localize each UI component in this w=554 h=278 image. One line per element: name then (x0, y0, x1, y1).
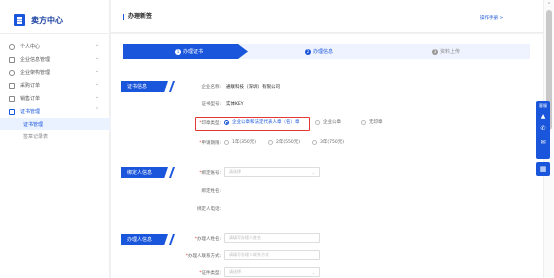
certificate-icon (9, 108, 15, 115)
step-label: 办理信息 (313, 49, 334, 55)
sidebar-item-label: 销售订单 (20, 96, 41, 102)
company-value: 通联科技（深圳）有限公司 (226, 85, 280, 90)
step-label: 资料上传 (440, 49, 461, 55)
binder-account-label: *绑定账号: (199, 171, 221, 176)
user-icon (9, 43, 15, 50)
divider (0, 33, 110, 34)
seal-option-none[interactable]: 无印章 (361, 119, 383, 125)
sidebar-item-company-info[interactable]: 企业信息管理 ⌄ (0, 53, 110, 66)
chevron-down-icon: ⌄ (311, 270, 315, 275)
step-number: 1 (175, 48, 181, 55)
scroll-up-icon[interactable]: ⌃ (547, 2, 551, 8)
step-2: 2 办理信息 (305, 48, 333, 55)
highlight-box (195, 117, 310, 131)
page-title: 办理新签 (123, 14, 152, 20)
radio-icon (312, 139, 317, 145)
brand-logo-icon (14, 14, 25, 26)
sidebar-item-label: 证书管理 (20, 109, 41, 115)
handler-name-label: *办理人姓名: (194, 237, 221, 242)
org-icon (9, 69, 15, 76)
step-label: 办理证书 (183, 49, 204, 55)
chevron-down-icon: ⌄ (95, 94, 100, 100)
chevron-down-icon: ⌄ (95, 55, 100, 61)
sidebar-item-purchase-orders[interactable]: 采购订单 ⌄ (0, 79, 110, 92)
chevron-up-icon: ⌃ (95, 107, 100, 113)
service-label: 客服 (539, 103, 547, 108)
binder-phone-label: 绑定人电话: (196, 207, 221, 212)
sales-order-icon (9, 95, 15, 102)
sidebar-item-certificates[interactable]: 证书管理 ⌃ (0, 105, 110, 118)
step-3: 3 资料上传 (432, 48, 460, 55)
cert-type-value: 实体KEY (226, 102, 244, 107)
chevron-down-icon: ⌄ (311, 170, 315, 175)
id-type-select[interactable]: 请选择 ⌄ (224, 267, 320, 277)
purchase-order-icon (9, 82, 15, 89)
brand-title: 卖方中心 (31, 15, 63, 25)
sidebar-item-label: 采购订单 (20, 83, 41, 89)
page-header: 办理新签 操作手册 > (111, 0, 543, 33)
main-content: 1 办理证书 2 办理信息 3 资料上传 证书信息 企业名称: 通联科技（深圳）… (111, 34, 543, 278)
cert-type-label: 证书型号: (201, 102, 221, 107)
sidebar-item-label: 企业信息管理 (20, 57, 51, 63)
handler-contact-label: *办理人联系方式: (185, 254, 221, 259)
radio-icon (315, 119, 320, 125)
brand: 卖方中心 (14, 14, 63, 26)
period-label: *申请期限: (199, 141, 221, 146)
sidebar-item-label: 企业架构管理 (20, 70, 51, 76)
building-icon (9, 56, 15, 63)
step-1: 1 办理证书 (175, 48, 203, 55)
sidebar: 卖方中心 个人中心 ⌄ 企业信息管理 ⌄ 企业架构管理 ⌄ 采购订单 ⌄ 销售订… (0, 0, 110, 278)
binder-account-select[interactable]: 请选择 ⌄ (224, 167, 320, 177)
floating-service-bar: 客服 ▲ ✆ ✉ (536, 101, 550, 159)
message-icon[interactable]: ✉ (539, 139, 547, 147)
manual-link[interactable]: 操作手册 > (480, 15, 503, 21)
period-option-3y[interactable]: 3年(750元) (312, 139, 344, 145)
progress-steps: 1 办理证书 2 办理信息 3 资料上传 (123, 44, 530, 59)
radio-icon (224, 139, 229, 145)
sidebar-item-label: 个人中心 (20, 44, 41, 50)
id-type-label: *证件类型: (199, 271, 221, 276)
sidebar-item-personal-center[interactable]: 个人中心 ⌄ (0, 40, 110, 53)
sidebar-menu: 个人中心 ⌄ 企业信息管理 ⌄ 企业架构管理 ⌄ 采购订单 ⌄ 销售订单 ⌄ 证… (0, 40, 110, 142)
handler-name-input[interactable]: 请填写办理人姓名 (224, 233, 320, 243)
sidebar-subitem-signature-records[interactable]: 签章记录表 (0, 130, 110, 142)
period-option-2y[interactable]: 2年(550元) (268, 139, 300, 145)
radio-icon (268, 139, 273, 145)
chevron-down-icon: ⌄ (95, 68, 100, 74)
chevron-down-icon: ⌄ (95, 42, 100, 48)
sidebar-item-sales-orders[interactable]: 销售订单 ⌄ (0, 92, 110, 105)
upload-icon[interactable]: ▲ (539, 113, 547, 121)
sidebar-item-company-structure[interactable]: 企业架构管理 ⌄ (0, 66, 110, 79)
qr-code-icon[interactable]: ▦ (536, 162, 550, 176)
phone-icon[interactable]: ✆ (539, 125, 547, 133)
step-number: 2 (305, 48, 311, 55)
radio-icon (361, 119, 366, 125)
step-number: 3 (432, 48, 438, 55)
handler-contact-input[interactable]: 请填写办理人联系方式 (224, 250, 320, 260)
company-label: 企业名称: (201, 85, 221, 90)
period-option-1y[interactable]: 1年(350元) (224, 139, 256, 145)
seal-option-company[interactable]: 企业公章 (315, 119, 341, 125)
sidebar-subitem-certificate-management[interactable]: 证书管理 (0, 118, 110, 130)
chevron-down-icon: ⌄ (95, 81, 100, 87)
binder-name-label: 绑定姓名: (201, 189, 221, 194)
